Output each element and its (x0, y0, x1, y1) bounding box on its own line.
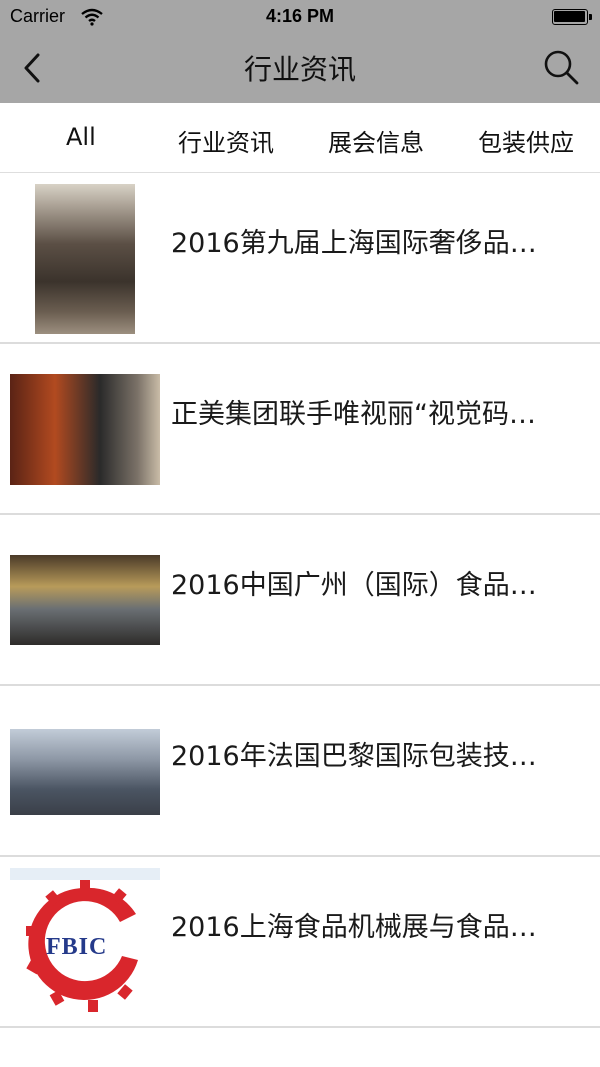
status-bar: Carrier 4:16 PM (0, 0, 600, 34)
news-item[interactable]: 正美集团联手唯视丽“视觉码… (0, 344, 600, 515)
fbic-logo-thumbnail: FBIC (10, 868, 160, 1018)
news-thumbnail (10, 555, 160, 645)
tab-industry-news[interactable]: 行业资讯 (178, 123, 274, 158)
logo-text: FBIC (46, 934, 108, 960)
news-title: 正美集团联手唯视丽“视觉码… (171, 399, 536, 430)
news-item[interactable]: 2016中国广州（国际）食品… (0, 515, 600, 686)
tab-all[interactable]: All (66, 123, 96, 151)
tab-exhibition-info[interactable]: 展会信息 (328, 123, 424, 158)
news-list: 2016第九届上海国际奢侈品… 正美集团联手唯视丽“视觉码… 2016中国广州（… (0, 173, 600, 1028)
search-icon[interactable] (542, 48, 580, 86)
news-thumbnail (35, 184, 135, 334)
status-time: 4:16 PM (265, 6, 335, 26)
battery-icon (552, 9, 592, 25)
news-title: 2016上海食品机械展与食品… (171, 912, 537, 943)
navigation-bar: 行业资讯 (0, 34, 600, 103)
news-item[interactable]: FBIC 2016上海食品机械展与食品… (0, 857, 600, 1028)
page-title: 行业资讯 (243, 53, 356, 86)
news-item[interactable]: 2016年法国巴黎国际包装技… (0, 686, 600, 857)
news-title: 2016年法国巴黎国际包装技… (171, 741, 537, 772)
header: Carrier 4:16 PM 行业资讯 (0, 0, 600, 103)
news-thumbnail (10, 729, 160, 815)
tab-packaging-supply[interactable]: 包装供应 (478, 123, 574, 158)
news-item[interactable]: 2016第九届上海国际奢侈品… (0, 173, 600, 344)
category-tabs: All 行业资讯 展会信息 包装供应 (0, 103, 600, 173)
news-thumbnail (10, 374, 160, 485)
news-title: 2016中国广州（国际）食品… (171, 570, 537, 601)
news-title: 2016第九届上海国际奢侈品… (171, 228, 537, 259)
